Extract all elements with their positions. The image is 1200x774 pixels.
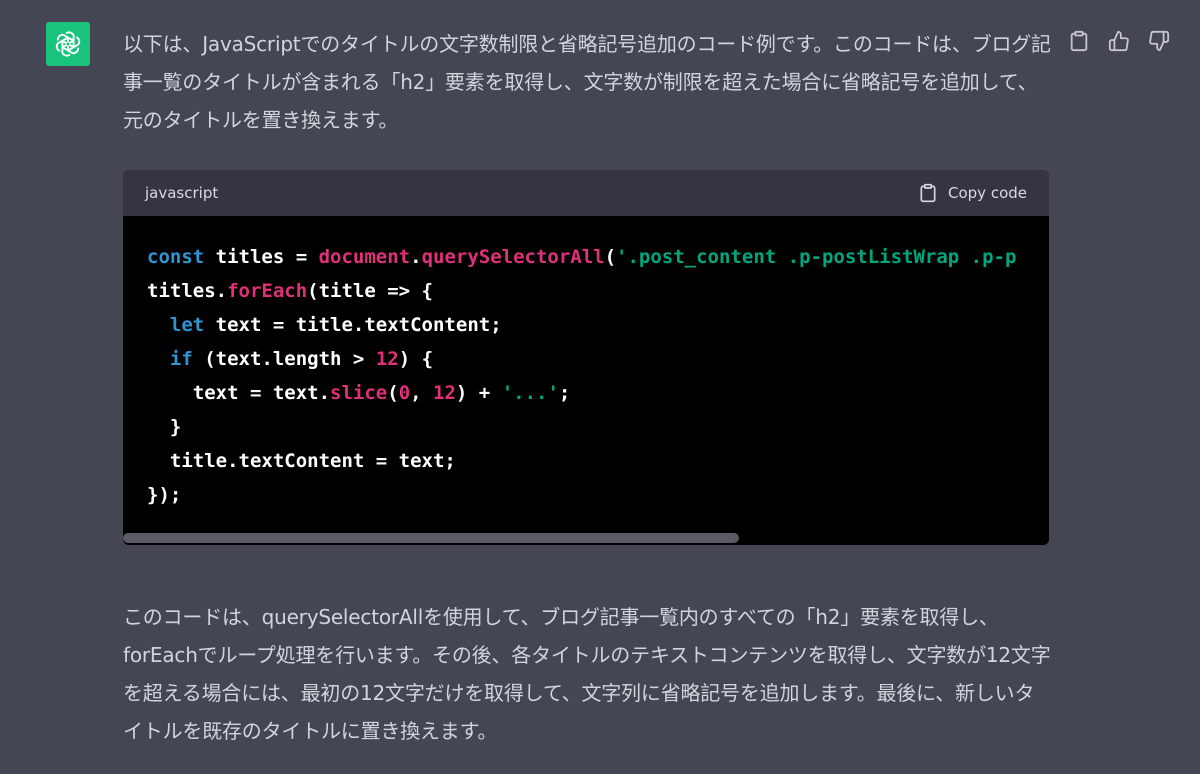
code-line: text = text.slice(0, 12) + '...';	[147, 382, 571, 404]
code-token: .	[410, 246, 422, 268]
clipboard-icon	[920, 183, 936, 203]
code-token: 12	[375, 348, 399, 370]
code-block: javascript Copy code const titles = docu…	[123, 170, 1049, 545]
code-token: text = text.	[147, 382, 331, 404]
openai-logo-icon	[55, 31, 81, 57]
assistant-explanation-text: このコードは、querySelectorAllを使用して、ブログ記事一覧内のすべ…	[123, 605, 1051, 743]
assistant-avatar	[46, 22, 90, 66]
code-token: (	[387, 382, 399, 404]
code-language-label: javascript	[145, 184, 219, 202]
code-token: forEach	[227, 280, 308, 302]
scrollbar-thumb[interactable]	[123, 533, 739, 543]
code-token: 0	[398, 382, 411, 404]
horizontal-scrollbar[interactable]	[123, 533, 1049, 545]
copy-message-button[interactable]	[1066, 28, 1092, 54]
code-token: ;	[558, 382, 571, 404]
code-token: text = title.textContent;	[204, 314, 502, 336]
thumbs-down-button[interactable]	[1146, 28, 1172, 54]
code-token: ,	[410, 382, 434, 404]
code-line: }	[147, 416, 182, 438]
code-token: (title => {	[307, 280, 433, 302]
code-block-header: javascript Copy code	[123, 170, 1049, 216]
thumbs-up-button[interactable]	[1106, 28, 1132, 54]
code-line: title.textContent = text;	[147, 450, 456, 472]
code-token: slice	[330, 382, 388, 404]
copy-code-label: Copy code	[948, 184, 1027, 202]
thumbs-down-icon	[1149, 30, 1170, 52]
code-line: let text = title.textContent;	[147, 314, 502, 336]
code-token: document	[318, 246, 411, 268]
code-token: const	[147, 246, 205, 268]
code-token: '.post_content .p-postListWrap .p-p	[616, 246, 1017, 268]
code-token: querySelectorAll	[421, 246, 605, 268]
code-content: const titles = document.querySelectorAll…	[147, 240, 1016, 512]
code-token: (	[604, 246, 617, 268]
thumbs-up-icon	[1108, 30, 1129, 52]
code-token: 12	[433, 382, 456, 404]
code-token: (text.length >	[192, 348, 376, 370]
code-token: titles.	[147, 280, 228, 302]
code-body: const titles = document.querySelectorAll…	[123, 216, 1049, 545]
message-actions	[1066, 28, 1172, 54]
code-token: let	[169, 314, 205, 336]
clipboard-icon	[1070, 30, 1088, 52]
code-token: if	[169, 348, 193, 370]
code-line: const titles = document.querySelectorAll…	[147, 246, 1016, 268]
code-line: if (text.length > 12) {	[147, 348, 433, 370]
assistant-intro-text: 以下は、JavaScriptでのタイトルの文字数制限と省略記号追加のコード例です…	[123, 32, 1051, 132]
code-line: });	[147, 484, 182, 506]
code-token: ) +	[455, 382, 502, 404]
code-token: ) {	[398, 348, 434, 370]
code-token: '...'	[501, 382, 559, 404]
copy-code-button[interactable]: Copy code	[918, 183, 1027, 203]
code-line: titles.forEach(title => {	[147, 280, 433, 302]
code-token: titles =	[204, 246, 319, 268]
